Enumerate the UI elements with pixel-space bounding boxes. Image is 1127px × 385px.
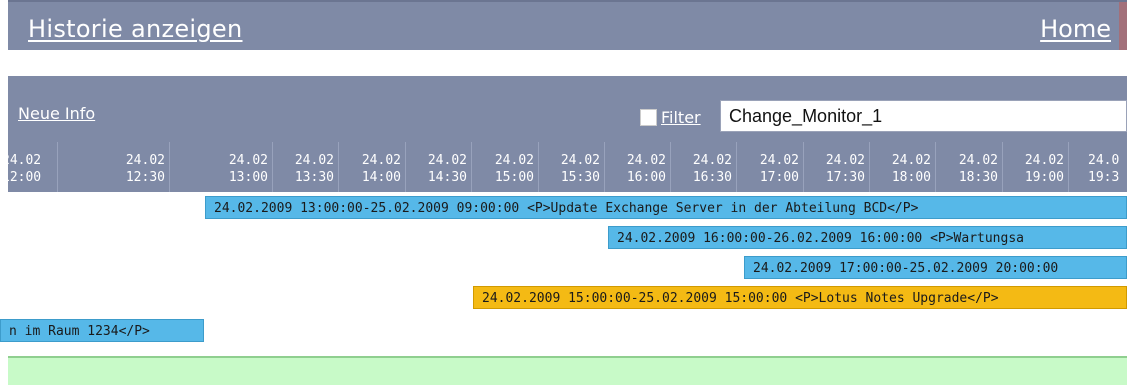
timeline-tick: 24.02 16:30 bbox=[672, 152, 732, 186]
event-bar-lotus-notes[interactable]: 24.02.2009 15:00:00-25.02.2009 15:00:00 … bbox=[473, 286, 1127, 309]
timeline-gridline bbox=[736, 142, 737, 192]
timeline-gridline bbox=[405, 142, 406, 192]
timeline-tick: 24.02 12:00 bbox=[2, 152, 53, 186]
event-bar-wartung[interactable]: 24.02.2009 16:00:00-26.02.2009 16:00:00 … bbox=[608, 226, 1127, 249]
tick-date: 24.02 bbox=[427, 153, 467, 168]
event-rows: 24.02.2009 13:00:00-25.02.2009 09:00:00 … bbox=[0, 192, 1127, 352]
timeline-tick: 24.02 19:00 bbox=[1004, 152, 1064, 186]
tick-time: 12:00 bbox=[2, 170, 42, 185]
event-bar-1700[interactable]: 24.02.2009 17:00:00-25.02.2009 20:00:00 bbox=[744, 256, 1127, 279]
right-edge-strip bbox=[1119, 2, 1127, 50]
filter-input[interactable] bbox=[720, 100, 1127, 132]
history-title-link[interactable]: Historie anzeigen bbox=[28, 15, 243, 43]
tick-time: 19:00 bbox=[1024, 170, 1064, 185]
timeline-gridline bbox=[1002, 142, 1003, 192]
timeline-tick: 24.02 17:00 bbox=[739, 152, 799, 186]
timeline-tick: 24.02 15:30 bbox=[540, 152, 600, 186]
timeline-gridline bbox=[272, 142, 273, 192]
tick-time: 14:30 bbox=[427, 170, 467, 185]
timeline-tick: 24.02 13:00 bbox=[208, 152, 268, 186]
tick-time: 18:30 bbox=[958, 170, 998, 185]
tick-time: 17:30 bbox=[825, 170, 865, 185]
tick-time: 12:30 bbox=[125, 170, 165, 185]
toolbar: Neue Info Filter bbox=[8, 76, 1127, 142]
tick-time: 17:00 bbox=[759, 170, 799, 185]
tick-date: 24.02 bbox=[958, 153, 998, 168]
tick-time: 13:30 bbox=[294, 170, 334, 185]
timeline-tick: 24.02 18:00 bbox=[871, 152, 931, 186]
tick-date: 24.02 bbox=[825, 153, 865, 168]
timeline-gridline bbox=[604, 142, 605, 192]
tick-time: 15:00 bbox=[494, 170, 534, 185]
event-bar-exchange[interactable]: 24.02.2009 13:00:00-25.02.2009 09:00:00 … bbox=[205, 196, 1127, 219]
timeline-gridline bbox=[57, 142, 58, 192]
tick-time: 14:00 bbox=[361, 170, 401, 185]
timeline-tick: 24.02 14:30 bbox=[407, 152, 467, 186]
timeline-tick: 24.02 15:00 bbox=[474, 152, 534, 186]
event-bar-raum-1234[interactable]: n im Raum 1234</P> bbox=[0, 319, 204, 342]
timeline-tick: 24.02 12:30 bbox=[105, 152, 165, 186]
timeline-gridline bbox=[935, 142, 936, 192]
tick-date: 24.02 bbox=[1024, 153, 1064, 168]
timeline-gridline bbox=[670, 142, 671, 192]
tick-date: 24.02 bbox=[759, 153, 799, 168]
timeline-gridline bbox=[869, 142, 870, 192]
tick-time: 16:00 bbox=[626, 170, 666, 185]
tick-time: 13:00 bbox=[228, 170, 268, 185]
tick-time: 18:00 bbox=[891, 170, 931, 185]
timeline-header: 24.02 12:00 24.02 12:30 24.02 13:00 24.02 13:30… bbox=[2, 142, 1127, 192]
timeline-gridline bbox=[338, 142, 339, 192]
tick-time: 19:3 bbox=[1088, 170, 1120, 185]
timeline-tick: 24.02 16:00 bbox=[606, 152, 666, 186]
new-info-link[interactable]: Neue Info bbox=[18, 104, 95, 123]
history-page: Historie anzeigen Home Neue Info Filter … bbox=[0, 0, 1127, 385]
tick-date: 24.02 bbox=[361, 153, 401, 168]
timeline-gridline bbox=[169, 142, 170, 192]
timeline-gridline bbox=[1068, 142, 1069, 192]
tick-date: 24.02 bbox=[692, 153, 732, 168]
tick-date: 24.02 bbox=[560, 153, 600, 168]
timeline-tick: 24.02 18:30 bbox=[938, 152, 998, 186]
timeline-tick: 24.02 13:30 bbox=[274, 152, 334, 186]
home-link[interactable]: Home bbox=[1040, 15, 1111, 43]
timeline-tick: 24.02 14:00 bbox=[341, 152, 401, 186]
spacer-band bbox=[8, 50, 1127, 76]
timeline-gridline bbox=[803, 142, 804, 192]
filter-link[interactable]: Filter bbox=[661, 108, 701, 127]
timeline-gridline bbox=[471, 142, 472, 192]
tick-date: 24.02 bbox=[891, 153, 931, 168]
tick-date: 24.0 bbox=[1088, 153, 1120, 168]
tick-date: 24.02 bbox=[125, 153, 165, 168]
tick-date: 24.02 bbox=[626, 153, 666, 168]
tick-date: 24.02 bbox=[494, 153, 534, 168]
green-footer-area bbox=[8, 358, 1127, 385]
timeline-tick: 24.0 19:3 bbox=[1088, 152, 1127, 186]
tick-time: 15:30 bbox=[560, 170, 600, 185]
tick-date: 24.02 bbox=[228, 153, 268, 168]
timeline-tick: 24.02 17:30 bbox=[805, 152, 865, 186]
tick-time: 16:30 bbox=[692, 170, 732, 185]
title-bar: Historie anzeigen Home bbox=[8, 0, 1127, 52]
tick-date: 24.02 bbox=[2, 153, 42, 168]
tick-date: 24.02 bbox=[294, 153, 334, 168]
filter-checkbox[interactable] bbox=[640, 109, 657, 126]
timeline-gridline bbox=[538, 142, 539, 192]
